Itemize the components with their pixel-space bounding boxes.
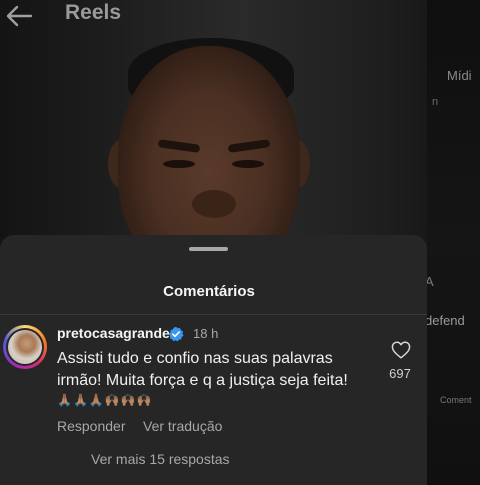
peek-text-midia: Mídi — [447, 68, 472, 83]
verified-badge-icon — [168, 326, 184, 342]
view-more-replies-button[interactable]: Ver mais 15 respostas — [91, 451, 230, 467]
top-bar: Reels — [0, 0, 480, 30]
reel-person-nose — [192, 190, 236, 218]
comment-username[interactable]: pretocasagrande — [57, 325, 170, 341]
reel-person-eye-right — [232, 160, 264, 168]
comment-emojis: 🙏🏽🙏🏽🙏🏽🙌🏽🙌🏽🙌🏽 — [57, 393, 153, 407]
sheet-title: Comentários — [163, 283, 255, 300]
peek-text-defend: defend — [425, 313, 465, 328]
like-heart-icon[interactable] — [391, 341, 411, 359]
translate-button[interactable]: Ver tradução — [143, 418, 222, 434]
avatar[interactable] — [6, 328, 44, 366]
drag-handle[interactable] — [189, 247, 228, 251]
reply-button[interactable]: Responder — [57, 418, 126, 434]
comment-timestamp: 18 h — [193, 326, 219, 341]
comment-text: Assisti tudo e confio nas suas palavras … — [57, 350, 348, 389]
like-count: 697 — [389, 366, 411, 381]
reel-person-eye-left — [163, 160, 195, 168]
comments-sheet: Comentários pretocasagrande 18 h Assisti… — [0, 235, 427, 485]
page-title: Reels — [65, 1, 122, 24]
peek-text-comments: Coment — [440, 395, 472, 405]
divider — [0, 314, 427, 315]
back-arrow-icon[interactable] — [4, 4, 34, 28]
avatar-photo — [8, 330, 42, 364]
peek-text-sub: n — [432, 96, 439, 108]
